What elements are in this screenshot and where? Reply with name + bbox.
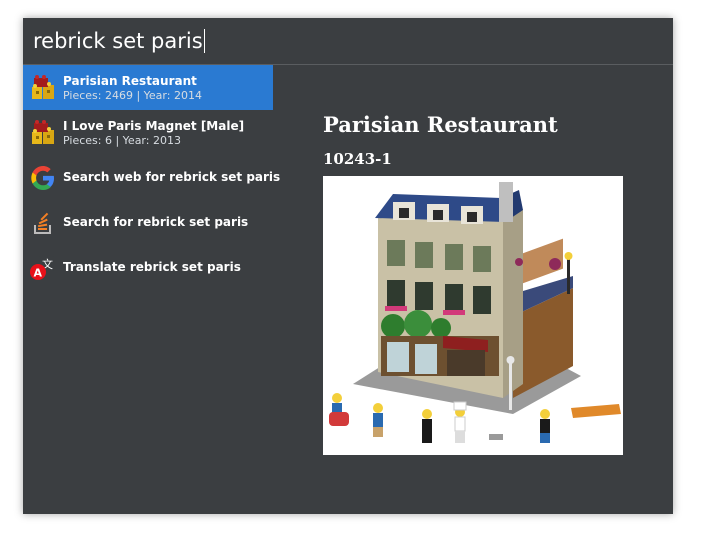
results-list: Parisian Restaurant Pieces: 2469 | Year:…	[23, 65, 280, 290]
result-subtitle: Pieces: 6 | Year: 2013	[63, 134, 181, 147]
result-subtitle: Pieces: 2469 | Year: 2014	[63, 89, 202, 102]
preview-set-number: 10243-1	[323, 150, 392, 168]
result-title: I Love Paris Magnet [Male]	[63, 119, 245, 133]
lego-set-image	[323, 176, 623, 455]
result-title: Translate rebrick set paris	[63, 260, 241, 274]
result-item-search-web[interactable]: Search web for rebrick set paris	[23, 155, 280, 200]
google-icon	[31, 166, 54, 190]
lego-bricks-icon	[32, 120, 54, 144]
result-item-translate[interactable]: 文 A Translate rebrick set paris	[23, 245, 273, 290]
text-caret	[203, 28, 205, 53]
result-item-parisian-restaurant[interactable]: Parisian Restaurant Pieces: 2469 | Year:…	[23, 65, 273, 110]
search-query-text: rebrick set paris	[33, 29, 203, 53]
result-title: Search for rebrick set paris	[63, 215, 249, 229]
result-title: Search web for rebrick set paris	[63, 170, 281, 184]
svg-text:A: A	[34, 267, 43, 280]
result-item-search-stackoverflow[interactable]: Search for rebrick set paris	[23, 200, 273, 245]
lego-bricks-icon	[32, 75, 54, 99]
preview-title: Parisian Restaurant	[323, 112, 558, 137]
result-item-i-love-paris-magnet[interactable]: I Love Paris Magnet [Male] Pieces: 6 | Y…	[23, 110, 273, 155]
translate-icon: 文 A	[30, 256, 54, 280]
launcher-window: rebrick set paris Parisian Restaurant Pi…	[23, 18, 673, 514]
result-title: Parisian Restaurant	[63, 74, 197, 88]
search-bar[interactable]: rebrick set paris	[23, 18, 673, 65]
search-input[interactable]: rebrick set paris	[33, 26, 205, 56]
stackoverflow-icon	[34, 212, 51, 234]
